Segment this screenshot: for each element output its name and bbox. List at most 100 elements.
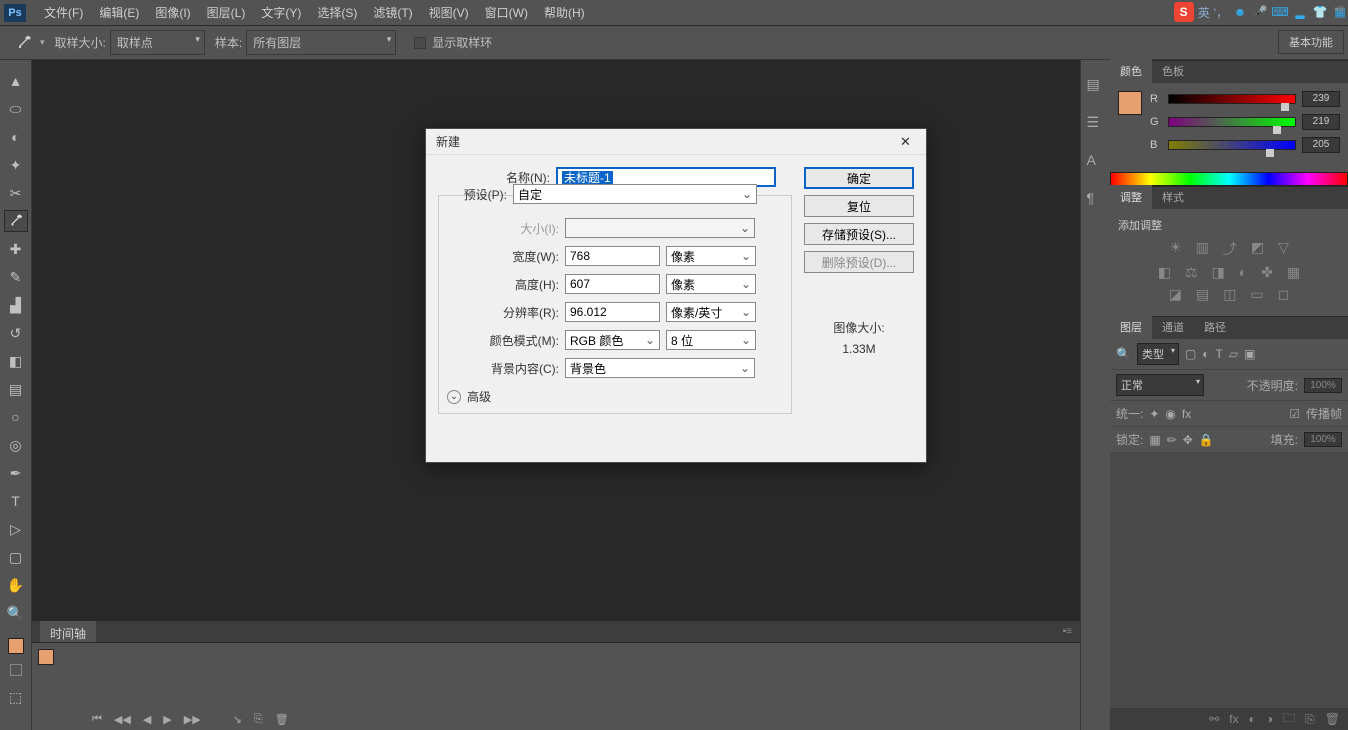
adj-hue-icon[interactable]: ◧ bbox=[1158, 264, 1171, 281]
adjust-tab[interactable]: 调整 bbox=[1110, 185, 1152, 209]
b-slider[interactable] bbox=[1168, 140, 1296, 150]
paths-tab[interactable]: 路径 bbox=[1194, 315, 1236, 339]
depth-select[interactable]: 8 位 bbox=[666, 330, 756, 350]
window-minimize-icon[interactable]: ▂ bbox=[1292, 4, 1308, 20]
marquee-tool[interactable]: ⬭ bbox=[4, 98, 28, 120]
menu-window[interactable]: 窗口(W) bbox=[477, 0, 536, 25]
timeline-dup-icon[interactable]: ⎘ bbox=[254, 713, 263, 726]
path-select-tool[interactable]: ▷ bbox=[4, 518, 28, 540]
lock-trans-icon[interactable]: ▦ bbox=[1149, 433, 1160, 447]
pen-tool[interactable]: ✒ bbox=[4, 462, 28, 484]
blend-mode-select[interactable]: 正常 bbox=[1116, 374, 1204, 396]
chevron-down-icon[interactable]: ▾ bbox=[40, 37, 45, 48]
adj-curves-icon[interactable]: ⤴ bbox=[1223, 239, 1237, 259]
workspace-switcher[interactable]: 基本功能 bbox=[1278, 30, 1344, 54]
fx-icon[interactable]: fx bbox=[1229, 712, 1238, 726]
color-tab[interactable]: 颜色 bbox=[1110, 59, 1152, 83]
propagate-label[interactable]: 传播帧 bbox=[1306, 405, 1342, 422]
styles-tab[interactable]: 样式 bbox=[1152, 185, 1194, 209]
width-unit-select[interactable]: 像素 bbox=[666, 246, 756, 266]
menu-type[interactable]: 文字(Y) bbox=[253, 0, 309, 25]
adj-thresh-icon[interactable]: ◫ bbox=[1223, 286, 1236, 303]
adj-balance-icon[interactable]: ⚖ bbox=[1185, 264, 1198, 281]
menu-image[interactable]: 图像(I) bbox=[147, 0, 198, 25]
res-input[interactable] bbox=[565, 302, 660, 322]
timeline-prev-icon[interactable]: ◀◀ bbox=[114, 713, 131, 726]
dodge-tool[interactable]: ◎ bbox=[4, 434, 28, 456]
filter-pixel-icon[interactable]: ▢ bbox=[1185, 347, 1196, 361]
opacity-value[interactable]: 100% bbox=[1304, 378, 1342, 393]
gradient-tool[interactable]: ▤ bbox=[4, 378, 28, 400]
sample-size-dropdown[interactable]: 取样点 bbox=[110, 30, 205, 55]
para-icon[interactable]: ¶ bbox=[1087, 190, 1105, 208]
adj-gradmap-icon[interactable]: ▭ bbox=[1250, 286, 1263, 303]
history-icon[interactable]: ▤ bbox=[1087, 76, 1105, 94]
char-icon[interactable]: A bbox=[1087, 152, 1105, 170]
timeline-back-icon[interactable]: ◀ bbox=[143, 713, 151, 726]
shape-tool[interactable]: ▢ bbox=[4, 546, 28, 568]
adj-mixer-icon[interactable]: ✤ bbox=[1261, 264, 1273, 281]
hand-tool[interactable]: ✋ bbox=[4, 574, 28, 596]
width-input[interactable] bbox=[565, 246, 660, 266]
adj-levels-icon[interactable]: ▥ bbox=[1196, 239, 1209, 259]
link-icon[interactable]: ⚯ bbox=[1209, 712, 1219, 726]
history-brush-tool[interactable]: ↺ bbox=[4, 322, 28, 344]
layers-tab[interactable]: 图层 bbox=[1110, 315, 1152, 339]
stamp-tool[interactable]: ▟ bbox=[4, 294, 28, 316]
ime-keyboard-icon[interactable]: ⌨ bbox=[1272, 4, 1288, 20]
adj-select-icon[interactable]: ◻ bbox=[1278, 286, 1290, 303]
unify-pos-icon[interactable]: ✦ bbox=[1149, 407, 1159, 421]
spectrum-bar[interactable] bbox=[1110, 172, 1348, 186]
ime-emoji-icon[interactable]: ☻ bbox=[1232, 4, 1248, 20]
adj-lookup-icon[interactable]: ▦ bbox=[1287, 264, 1300, 281]
filter-kind-select[interactable]: 类型 bbox=[1137, 343, 1179, 365]
b-value[interactable]: 205 bbox=[1302, 137, 1340, 153]
mask-icon[interactable]: ◐ bbox=[1249, 712, 1256, 726]
timeline-tween-icon[interactable]: ↘ bbox=[233, 713, 242, 726]
swatches-tab[interactable]: 色板 bbox=[1152, 59, 1194, 83]
advanced-toggle[interactable]: ⌄ 高级 bbox=[447, 388, 783, 405]
adj-brightness-icon[interactable]: ☀ bbox=[1169, 239, 1182, 259]
menu-filter[interactable]: 滤镜(T) bbox=[365, 0, 420, 25]
g-value[interactable]: 219 bbox=[1302, 114, 1340, 130]
ime-mic-icon[interactable]: 🎤 bbox=[1252, 4, 1268, 20]
menu-file[interactable]: 文件(F) bbox=[36, 0, 91, 25]
channels-tab[interactable]: 通道 bbox=[1152, 315, 1194, 339]
lock-all-icon[interactable]: 🔒 bbox=[1199, 433, 1214, 447]
save-preset-button[interactable]: 存储预设(S)... bbox=[804, 223, 914, 245]
quickmask-toggle[interactable] bbox=[10, 664, 22, 676]
close-icon[interactable]: ✕ bbox=[900, 134, 916, 150]
res-unit-select[interactable]: 像素/英寸 bbox=[666, 302, 756, 322]
window-cloth-icon[interactable]: 👕 bbox=[1312, 4, 1328, 20]
r-value[interactable]: 239 bbox=[1302, 91, 1340, 107]
timeline-menu-icon[interactable]: ▪≡ bbox=[1063, 626, 1072, 637]
heal-tool[interactable]: ✚ bbox=[4, 238, 28, 260]
menu-help[interactable]: 帮助(H) bbox=[536, 0, 593, 25]
adj-exposure-icon[interactable]: ◩ bbox=[1251, 239, 1264, 259]
filter-shape-icon[interactable]: ▱ bbox=[1229, 347, 1238, 361]
move-tool[interactable]: ▲ bbox=[4, 70, 28, 92]
timeline-trash-icon[interactable]: 🗑 bbox=[275, 713, 289, 726]
r-slider[interactable] bbox=[1168, 94, 1296, 104]
eraser-tool[interactable]: ◧ bbox=[4, 350, 28, 372]
bg-select[interactable]: 背景色 bbox=[565, 358, 755, 378]
mode-select[interactable]: RGB 颜色 bbox=[565, 330, 660, 350]
ok-button[interactable]: 确定 bbox=[804, 167, 914, 189]
blur-tool[interactable]: ○ bbox=[4, 406, 28, 428]
g-slider[interactable] bbox=[1168, 117, 1296, 127]
height-unit-select[interactable]: 像素 bbox=[666, 274, 756, 294]
ime-lang[interactable]: 英 bbox=[1198, 4, 1210, 21]
menu-edit[interactable]: 编辑(E) bbox=[91, 0, 147, 25]
preset-select[interactable]: 自定 bbox=[513, 184, 757, 204]
sample-dropdown[interactable]: 所有图层 bbox=[246, 30, 396, 55]
adj-invert-icon[interactable]: ◪ bbox=[1169, 286, 1182, 303]
color-swatch[interactable] bbox=[1118, 91, 1142, 115]
show-ring-checkbox[interactable] bbox=[414, 37, 426, 49]
filter-type-icon[interactable]: T bbox=[1216, 347, 1223, 361]
screen-mode-icon[interactable]: ⬚ bbox=[4, 686, 28, 708]
type-tool[interactable]: T bbox=[4, 490, 28, 512]
lock-pos-icon[interactable]: ✥ bbox=[1183, 433, 1193, 447]
eyedropper-icon[interactable] bbox=[14, 33, 34, 53]
new-layer-icon[interactable]: ⎘ bbox=[1305, 712, 1315, 727]
menu-select[interactable]: 选择(S) bbox=[309, 0, 365, 25]
